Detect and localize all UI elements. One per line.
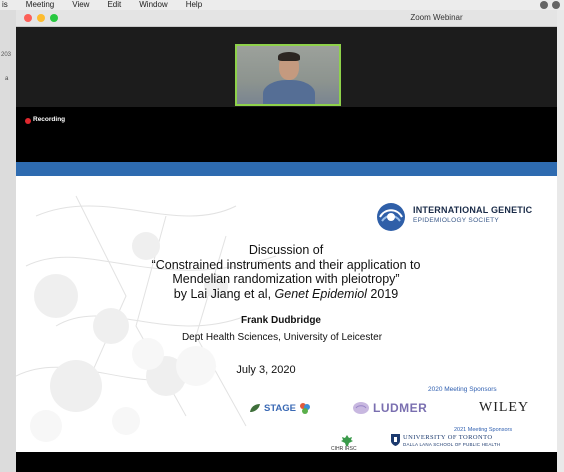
society-name: INTERNATIONAL GENETIC <box>413 205 533 215</box>
talk-date: July 3, 2020 <box>236 364 296 376</box>
desktop-text: 203 <box>1 52 12 58</box>
desktop-background: 203 a <box>0 10 16 472</box>
window-title: Zoom Webinar <box>410 13 463 22</box>
speaker-video-thumbnail[interactable] <box>235 44 341 106</box>
sponsors-2020-label: 2020 Meeting Sponsors <box>428 386 497 393</box>
menu-window[interactable]: Window <box>139 0 167 10</box>
ludmer-brain-icon <box>353 402 369 414</box>
uoft-logo-subtext: DALLA LANA SCHOOL OF PUBLIC HEALTH <box>403 442 501 447</box>
menu-meeting[interactable]: Meeting <box>26 0 54 10</box>
slide-top-band <box>16 162 557 176</box>
wiley-sponsor-logo: WILEY <box>479 400 530 415</box>
uoft-crest-icon <box>391 434 400 446</box>
recording-bar: Recording <box>16 107 557 162</box>
desktop-text: a <box>5 76 9 82</box>
uoft-sponsor-logo: UNIVERSITY OF TORONTO DALLA LANA SCHOOL … <box>391 434 500 447</box>
os-menubar: is Meeting View Edit Window Help <box>0 0 564 10</box>
title-line: Mendelian randomization with pleiotropy” <box>172 272 400 286</box>
speaker-affiliation: Dept Health Sciences, University of Leic… <box>181 332 383 343</box>
video-strip <box>16 27 557 107</box>
menubar-status-icons <box>540 1 560 9</box>
title-line: Discussion of <box>248 243 324 257</box>
recording-dot-icon <box>25 118 31 124</box>
speaker-hair <box>278 52 300 61</box>
menu-edit[interactable]: Edit <box>107 0 121 10</box>
slide-title: Discussion of “Constrained instruments a… <box>106 243 466 301</box>
uoft-logo-text: UNIVERSITY OF TORONTO <box>403 434 493 441</box>
society-subtitle: EPIDEMIOLOGY SOCIETY <box>413 217 500 224</box>
title-year: 2019 <box>366 286 399 301</box>
status-icon[interactable] <box>540 1 548 9</box>
slide-bottom-bar <box>16 452 557 472</box>
title-line: “Constrained instruments and their appli… <box>151 257 421 272</box>
cihr-sponsor-logo: CIHR IRSC <box>331 435 361 452</box>
stage-logo-text: STAGE <box>264 402 297 414</box>
speaker-body <box>263 80 315 104</box>
status-icon[interactable] <box>552 1 560 9</box>
stage-sponsor-logo: STAGE <box>249 401 311 415</box>
title-authors: by Lai Jiang et al, <box>173 286 275 301</box>
stage-leaf-icon <box>250 404 260 412</box>
title-line: by Lai Jiang et al, Genet Epidemiol 2019 <box>106 287 466 302</box>
journal-name: Genet Epidemiol <box>274 286 367 301</box>
menu-view[interactable]: View <box>72 0 89 10</box>
menu-app[interactable]: is <box>2 0 8 10</box>
recording-label: Recording <box>33 116 66 123</box>
menu-help[interactable]: Help <box>186 0 202 10</box>
sponsors-2021-label: 2021 Meeting Sponsors <box>454 427 513 433</box>
shared-slide: INTERNATIONAL GENETIC EPIDEMIOLOGY SOCIE… <box>16 162 557 452</box>
ludmer-sponsor-logo: LUDMER <box>352 401 427 415</box>
zoom-window: Zoom Webinar Recording INTERNATIONAL GEN… <box>16 10 557 472</box>
speaker-name: Frank Dudbridge <box>240 315 321 326</box>
igs-globe-icon <box>377 203 405 231</box>
window-titlebar[interactable]: Zoom Webinar <box>16 10 557 27</box>
ludmer-logo-text: LUDMER <box>373 401 428 415</box>
stage-dots-icon <box>300 403 311 414</box>
cihr-leaf-icon <box>341 435 353 446</box>
